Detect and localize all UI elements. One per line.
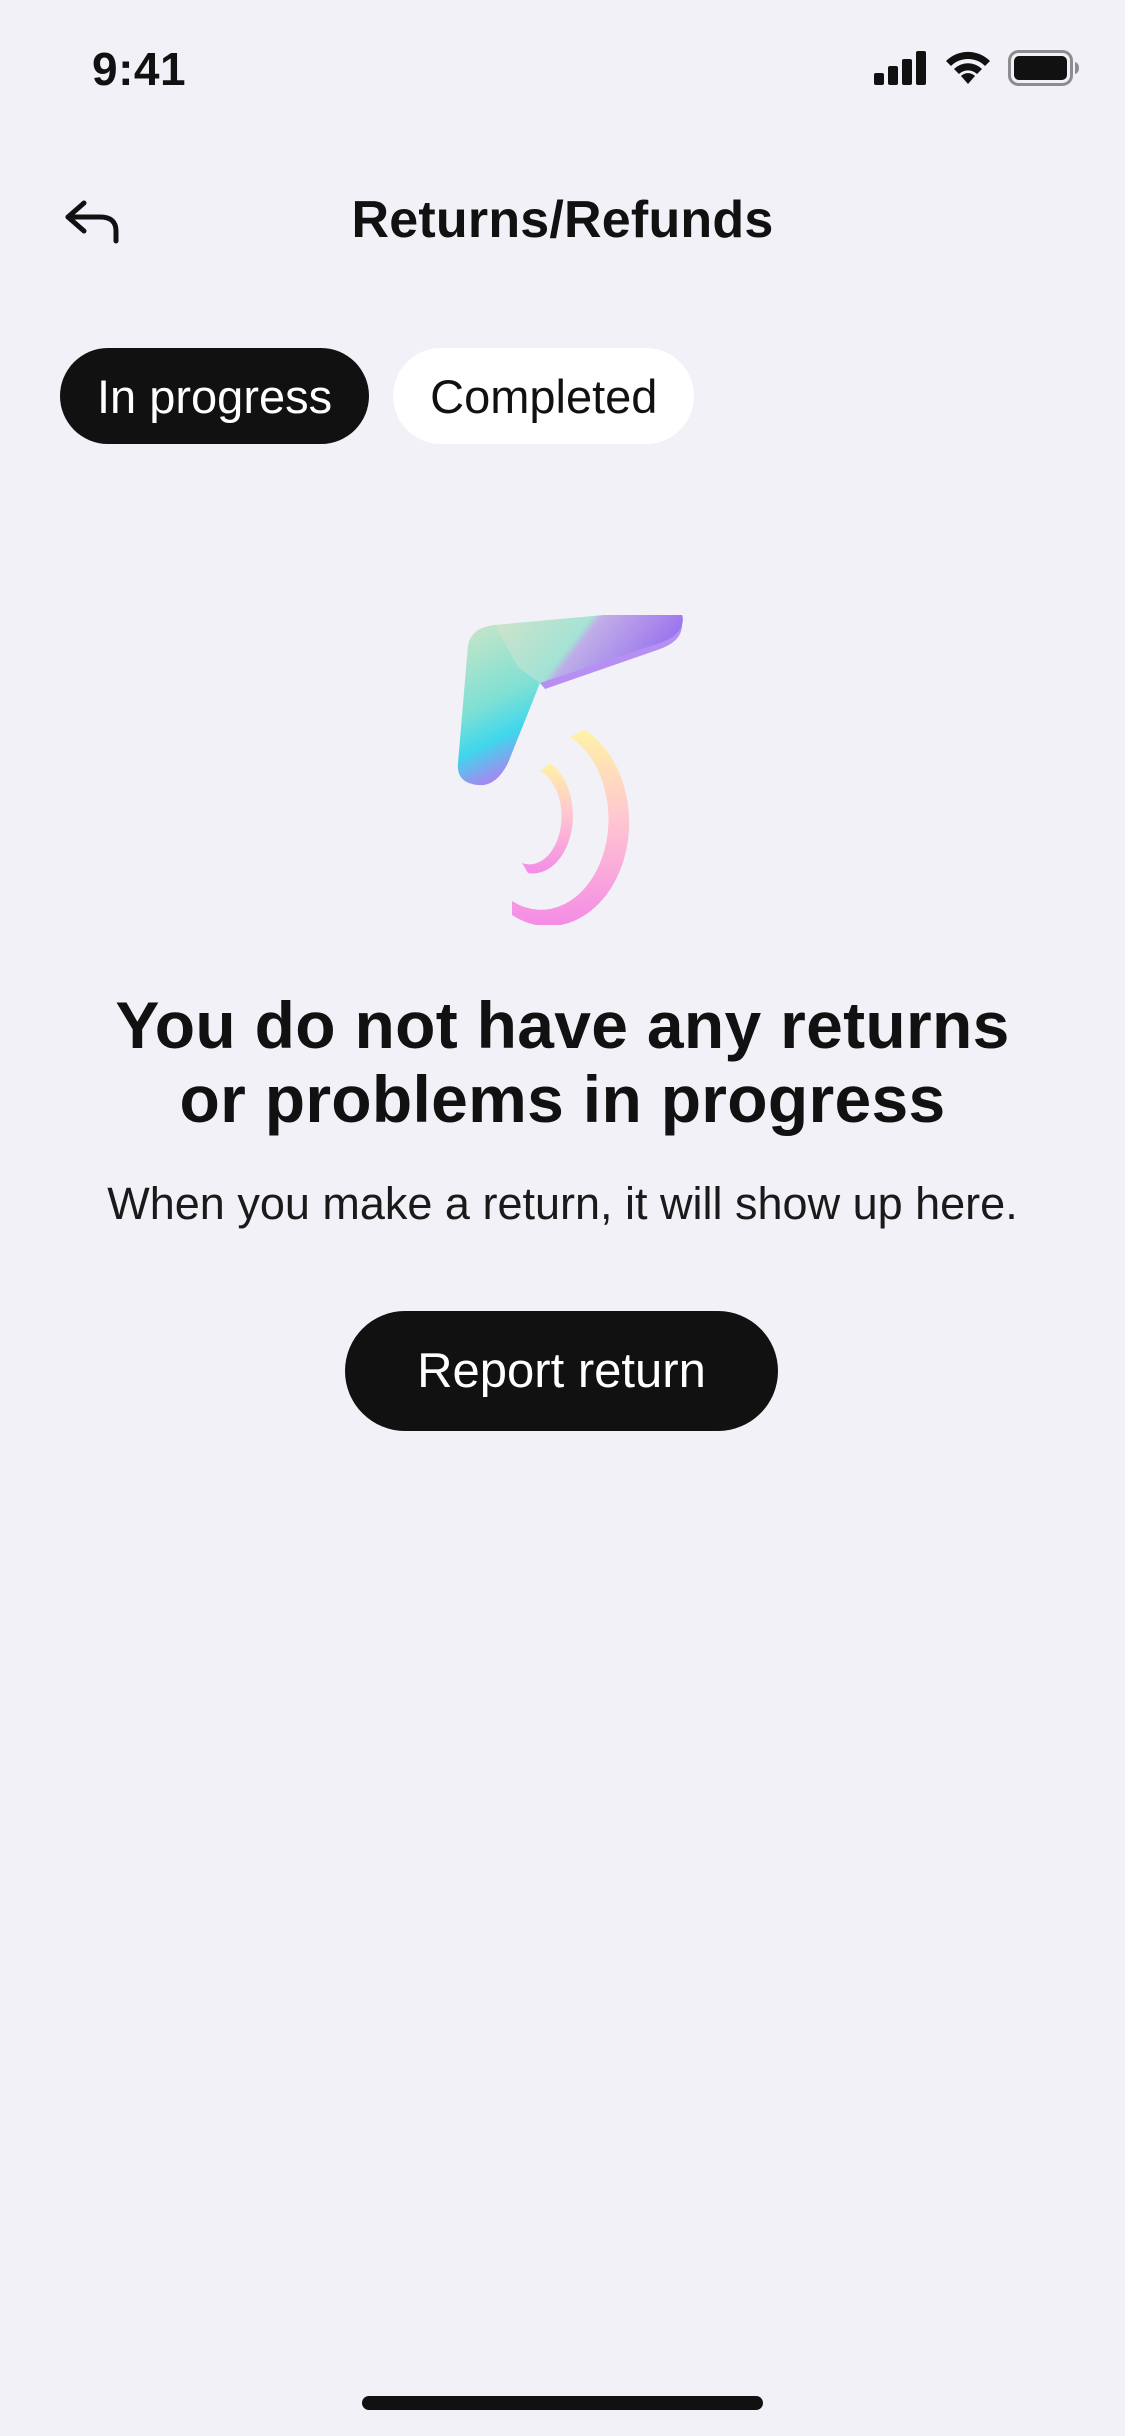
boomerang-illustration: [420, 609, 710, 927]
report-return-button[interactable]: Report return: [345, 1311, 778, 1431]
navigation-bar: Returns/Refunds: [0, 170, 1125, 270]
tab-completed[interactable]: Completed: [393, 348, 695, 444]
empty-state-title: You do not have any returns or problems …: [40, 988, 1085, 1136]
status-bar: 9:41: [0, 0, 1125, 132]
home-indicator[interactable]: [362, 2396, 763, 2410]
page-title: Returns/Refunds: [351, 191, 774, 249]
empty-state-title-line-1: You do not have any returns: [115, 988, 1010, 1062]
cellular-signal-icon: [874, 51, 928, 90]
tab-in-progress[interactable]: In progress: [60, 348, 370, 444]
empty-state-subtitle: When you make a return, it will show up …: [107, 1178, 1018, 1229]
battery-icon: [1008, 50, 1080, 91]
status-icons: [874, 50, 1080, 91]
status-time: 9:41: [92, 43, 187, 95]
empty-state-title-line-2: or problems in progress: [179, 1062, 946, 1136]
status-tabs: In progress Completed: [60, 348, 695, 444]
wifi-icon: [944, 50, 992, 91]
